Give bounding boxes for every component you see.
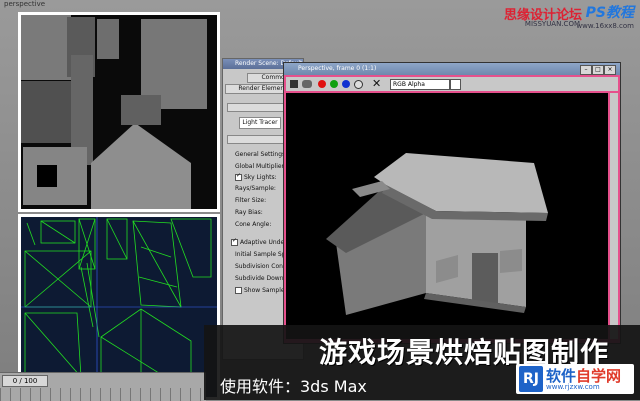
show-samples-row[interactable]: Show Sample [235,287,285,294]
blue-channel-icon[interactable] [342,80,350,88]
texture-island [21,15,71,80]
uv-wireframe [21,217,217,397]
green-channel-icon[interactable] [330,80,338,88]
global-multiplier-label: Global Multiplier: [235,163,286,170]
baked-texture-panel [18,12,220,212]
minimize-icon[interactable]: – [580,65,592,75]
texture-gable-shape [91,123,191,209]
channel-select[interactable]: RGB Alpha [390,79,450,90]
frame-window-title[interactable]: Perspective, frame 0 (1:1) – □ × [284,63,620,75]
clone-icon[interactable] [302,80,312,88]
red-channel-icon[interactable] [318,80,326,88]
sky-lights-checkbox[interactable] [235,172,242,181]
rays-sample-label: Rays/Sample: [235,185,276,192]
watermark-site-en: MISSYUAN.COM [524,20,580,28]
ray-bias-label: Ray Bias: [235,209,263,216]
show-samples-label: Show Sample [244,287,285,294]
logo-mark: RJ [519,366,543,392]
adaptive-checkbox[interactable] [231,237,238,246]
viewport-label[interactable]: perspective [4,0,45,8]
watermark: 思缘设计论坛 PS教程 www.16xx8.com MISSYUAN.COM [400,0,640,36]
sky-lights-label: Sky Lights: [244,174,277,181]
logo-url: www.rjzxw.com [546,383,600,391]
adaptive-label: Adaptive Unde [240,239,285,246]
filter-size-label: Filter Size: [235,197,267,204]
rendered-frame-window: Perspective, frame 0 (1:1) – □ × ✕ RGB A… [283,62,621,344]
cone-angle-label: Cone Angle: [235,221,272,228]
time-slider[interactable]: 0 / 100 [2,375,48,387]
caption-subtitle: 使用软件：3ds Max [220,377,367,396]
timeline-ticks[interactable] [0,388,206,401]
initial-sample-label: Initial Sample Spa [235,251,290,258]
site-logo: RJ 软件自学网 www.rjzxw.com [516,364,634,394]
timeline: 0 / 100 [0,372,206,401]
frame-toolbar: ✕ RGB Alpha [286,77,618,91]
plugin-selector[interactable]: Light Tracer [239,117,281,129]
show-samples-checkbox[interactable] [235,287,242,294]
adaptive-row[interactable]: Adaptive Unde [231,237,285,246]
section-general-settings: General Settings [235,151,286,158]
watermark-url: www.16xx8.com [576,22,634,30]
close-icon[interactable]: × [604,65,616,75]
texture-island [121,95,161,125]
sky-lights-row[interactable]: Sky Lights: [235,172,277,181]
alpha-channel-icon[interactable] [354,80,363,89]
watermark-brand: PS教程 [585,5,634,21]
texture-island [97,19,119,59]
vertical-scrollbar[interactable] [610,93,618,339]
house-render [326,153,548,315]
clear-icon[interactable]: ✕ [372,77,381,91]
maximize-icon[interactable]: □ [592,65,604,75]
frame-title-text: Perspective, frame 0 (1:1) [298,65,377,72]
color-swatch[interactable] [450,79,461,90]
render-canvas [286,93,608,339]
subdivide-down-label: Subdivide Down [235,275,284,282]
texture-window-hole [37,165,57,187]
subdivision-contrast-label: Subdivision Contr [235,263,288,270]
save-icon[interactable] [290,80,298,88]
caption-banner: 游戏场景烘焙贴图制作 使用软件：3ds Max RJ 软件自学网 www.rjz… [204,325,640,400]
